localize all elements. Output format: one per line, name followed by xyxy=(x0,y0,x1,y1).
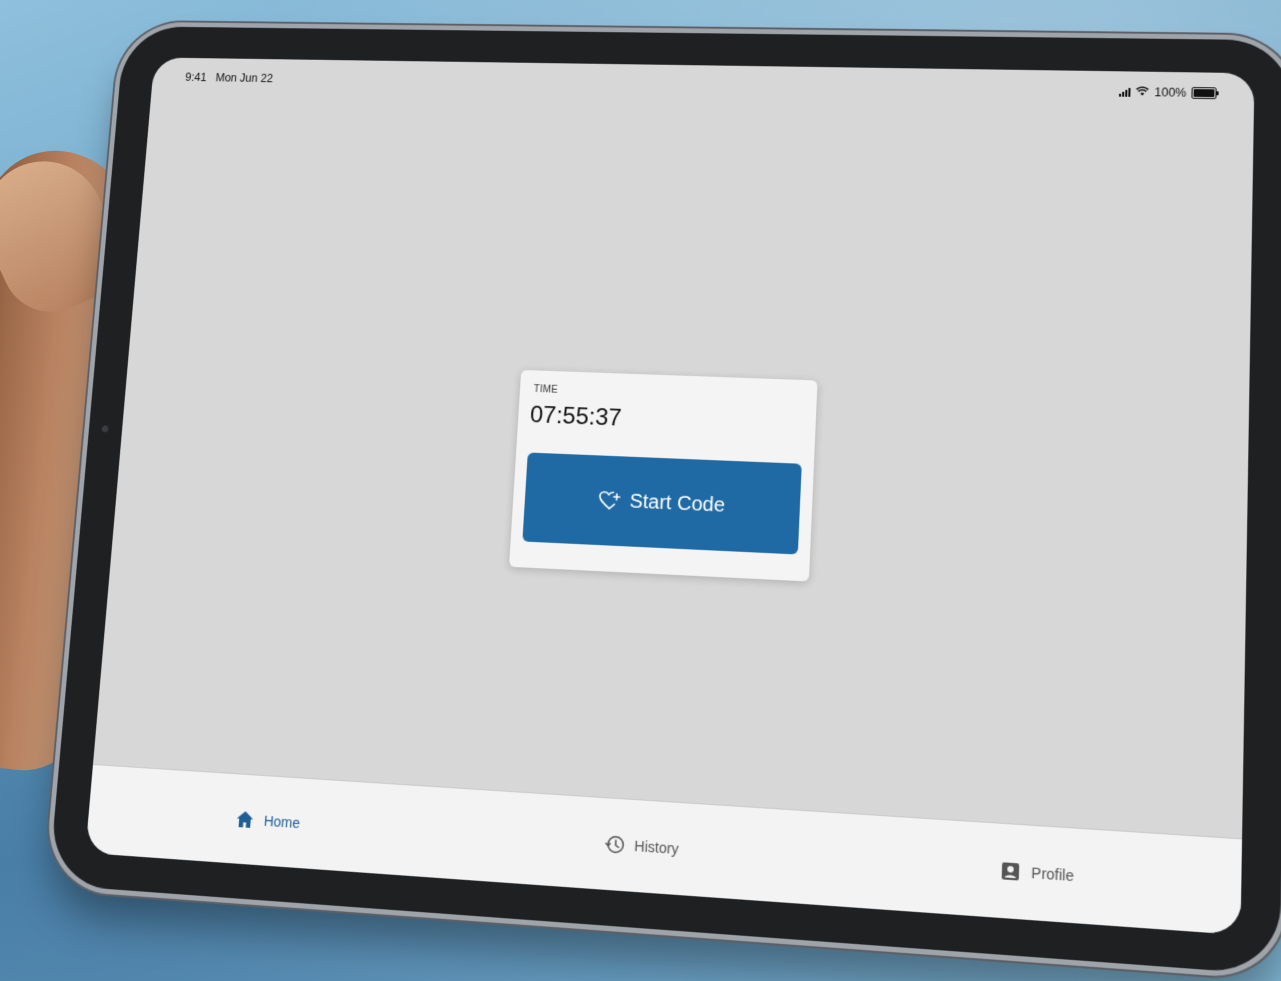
status-date: Mon Jun 22 xyxy=(215,71,274,85)
tablet-wrap: 9:41 Mon Jun 22 100% TIME 07:55:37 Start… xyxy=(0,0,1281,981)
start-code-label: Start Code xyxy=(628,490,726,517)
signal-icon xyxy=(1119,87,1131,97)
tab-profile[interactable]: Profile xyxy=(999,860,1074,886)
profile-icon xyxy=(1001,862,1019,881)
time-value: 07:55:37 xyxy=(529,401,623,432)
battery-percent: 100% xyxy=(1154,85,1187,100)
wifi-icon xyxy=(1136,86,1150,98)
status-time-date: 9:41 Mon Jun 22 xyxy=(185,71,274,85)
start-code-button[interactable]: Start Code xyxy=(522,452,802,555)
home-icon xyxy=(235,810,254,829)
time-label: TIME xyxy=(533,384,559,396)
battery-icon xyxy=(1191,87,1217,100)
history-icon xyxy=(603,833,624,855)
tab-history-label: History xyxy=(633,837,680,858)
tab-bar: Home History Profile xyxy=(85,763,1243,936)
status-indicators: 100% xyxy=(1119,85,1217,100)
status-bar: 9:41 Mon Jun 22 100% xyxy=(151,57,1254,112)
tab-home[interactable]: Home xyxy=(234,809,301,834)
camera-dot xyxy=(101,425,109,433)
heart-plus-icon xyxy=(597,489,622,512)
tab-home-label: Home xyxy=(263,812,301,832)
time-card: TIME 07:55:37 Start Code xyxy=(508,369,818,582)
status-time: 9:41 xyxy=(184,70,208,84)
tablet-screen: 9:41 Mon Jun 22 100% TIME 07:55:37 Start… xyxy=(85,57,1255,936)
tab-history[interactable]: History xyxy=(603,833,679,859)
tab-profile-label: Profile xyxy=(1031,864,1075,885)
tablet-device: 9:41 Mon Jun 22 100% TIME 07:55:37 Start… xyxy=(48,26,1281,976)
